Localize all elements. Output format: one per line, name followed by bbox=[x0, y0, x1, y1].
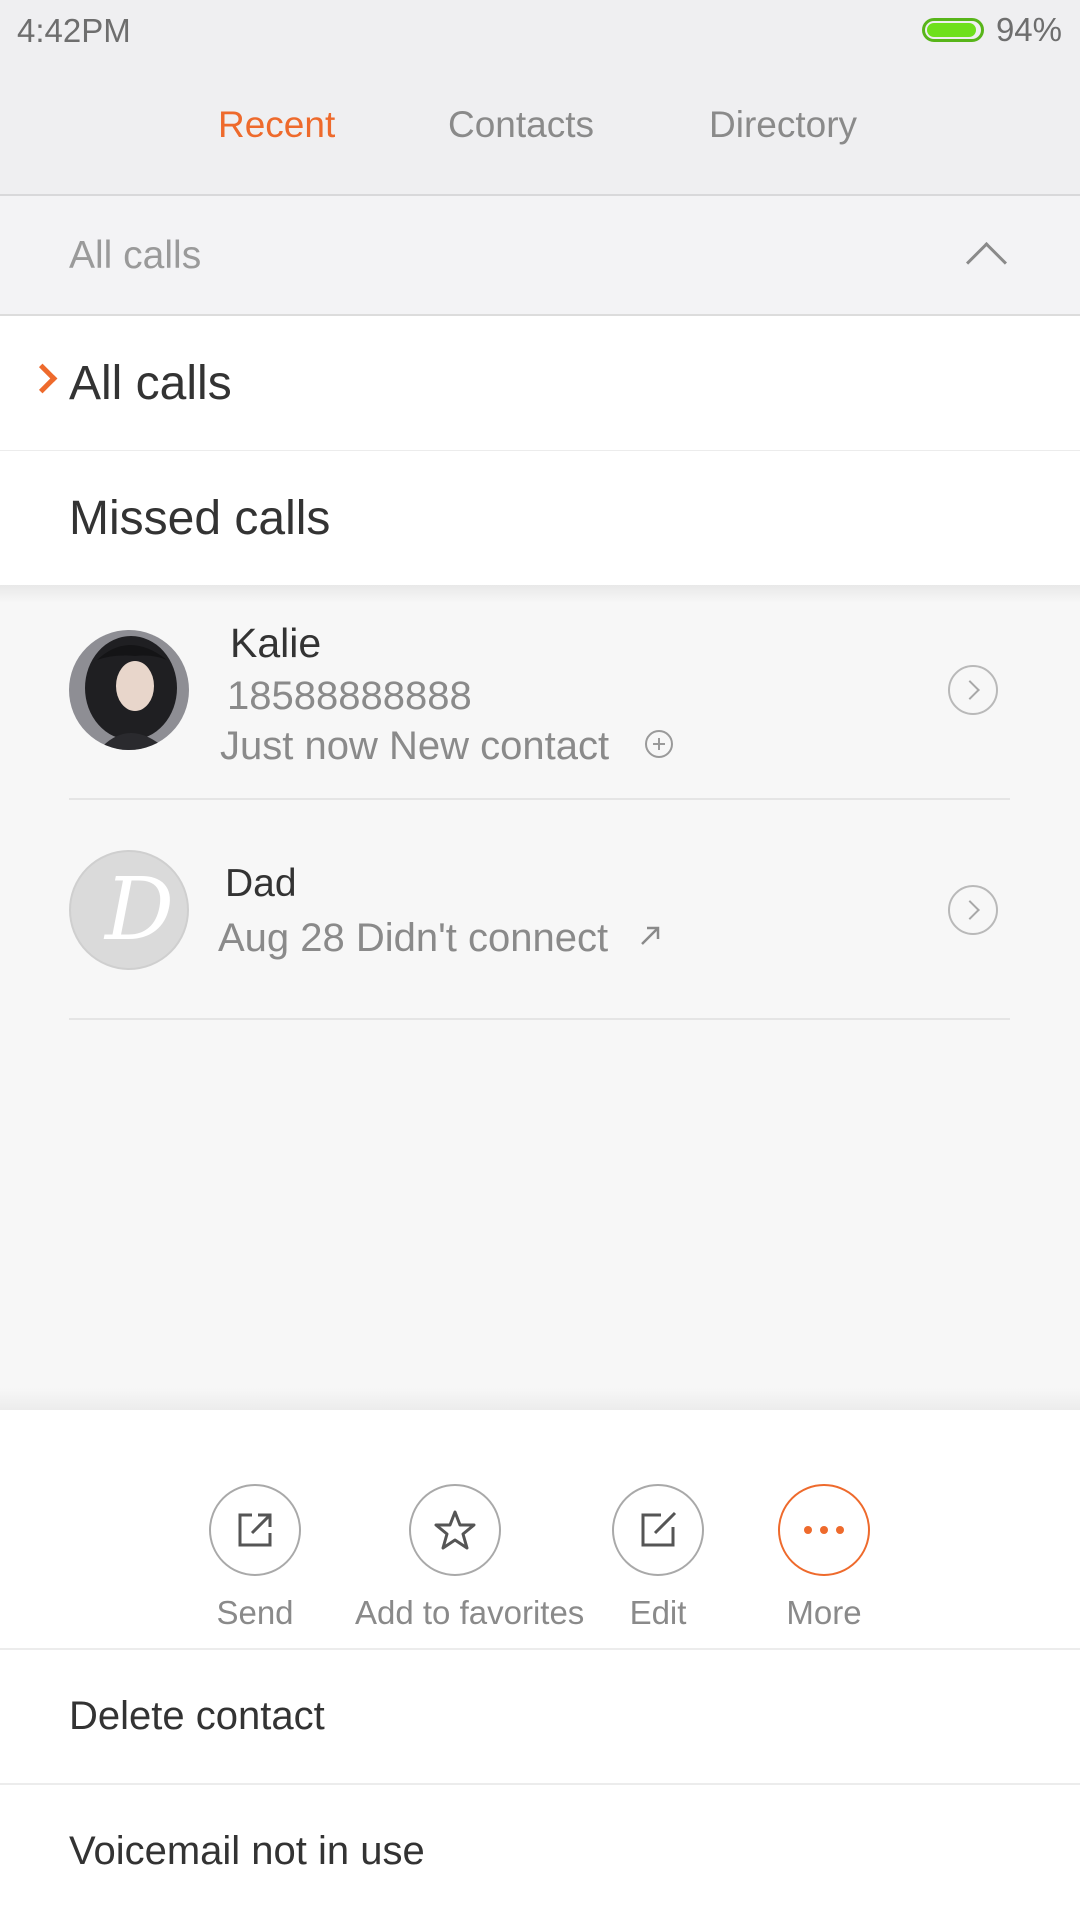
avatar: D bbox=[69, 850, 189, 970]
call-detail: Just now New contact bbox=[220, 724, 610, 768]
row-divider bbox=[69, 798, 1010, 800]
filter-option-missed-calls[interactable]: Missed calls bbox=[0, 451, 1080, 585]
voicemail-label: Voicemail not in use bbox=[69, 1829, 425, 1873]
avatar-photo bbox=[69, 630, 189, 750]
filter-header-label: All calls bbox=[69, 234, 202, 277]
outgoing-arrow-icon bbox=[641, 926, 660, 945]
avatar-letter: D bbox=[105, 860, 174, 960]
contact-number: 18588888888 bbox=[227, 674, 472, 718]
battery-icon bbox=[921, 18, 984, 42]
battery-fill bbox=[926, 23, 976, 37]
more-icon bbox=[804, 1526, 844, 1534]
edit-icon bbox=[641, 1511, 677, 1547]
filter-option-label: Missed calls bbox=[69, 492, 331, 545]
send-button[interactable]: Send bbox=[155, 1484, 355, 1632]
battery-percent: 94% bbox=[995, 11, 1062, 48]
status-bar: 4:42PM 94% bbox=[0, 0, 1080, 60]
contact-name: Kalie bbox=[230, 620, 322, 666]
selected-chevron-icon bbox=[27, 363, 58, 394]
row-divider bbox=[69, 1018, 1010, 1020]
edit-circle bbox=[612, 1484, 704, 1576]
share-icon bbox=[238, 1513, 272, 1547]
star-icon bbox=[434, 1510, 476, 1550]
send-circle bbox=[209, 1484, 301, 1576]
favorites-circle bbox=[409, 1484, 501, 1576]
tab-directory[interactable]: Directory bbox=[709, 104, 857, 146]
more-label: More bbox=[786, 1594, 862, 1631]
status-right: 94% bbox=[921, 11, 1062, 48]
call-details-button[interactable] bbox=[948, 665, 998, 715]
voicemail-item[interactable]: Voicemail not in use bbox=[0, 1783, 1080, 1919]
call-row[interactable]: D Dad Aug 28 Didn't connect bbox=[0, 820, 1080, 1020]
delete-contact-item[interactable]: Delete contact bbox=[0, 1648, 1080, 1784]
call-details-button[interactable] bbox=[948, 885, 998, 935]
call-row[interactable]: Kalie 18588888888 Just now New contact bbox=[0, 600, 1080, 800]
favorites-label: Add to favorites bbox=[355, 1594, 585, 1631]
delete-contact-label: Delete contact bbox=[69, 1694, 325, 1738]
add-to-favorites-button[interactable]: Add to favorites bbox=[355, 1484, 585, 1632]
filter-option-all-calls[interactable]: All calls bbox=[0, 316, 1080, 452]
tab-recent[interactable]: Recent bbox=[218, 104, 335, 146]
tab-bar: Recent Contacts Directory bbox=[0, 60, 1080, 196]
more-circle bbox=[778, 1484, 870, 1576]
status-time: 4:42PM bbox=[17, 12, 131, 49]
filter-dropdown-header[interactable]: All calls bbox=[0, 196, 1080, 316]
more-button[interactable]: More bbox=[724, 1484, 924, 1632]
call-detail: Aug 28 Didn't connect bbox=[218, 916, 609, 960]
filter-option-label: All calls bbox=[69, 357, 232, 410]
add-circle-icon[interactable] bbox=[643, 728, 675, 760]
contact-name: Dad bbox=[225, 862, 297, 905]
sheet-shadow bbox=[0, 1388, 1080, 1410]
tab-contacts[interactable]: Contacts bbox=[448, 104, 594, 146]
avatar bbox=[69, 630, 189, 750]
send-label: Send bbox=[216, 1594, 294, 1631]
